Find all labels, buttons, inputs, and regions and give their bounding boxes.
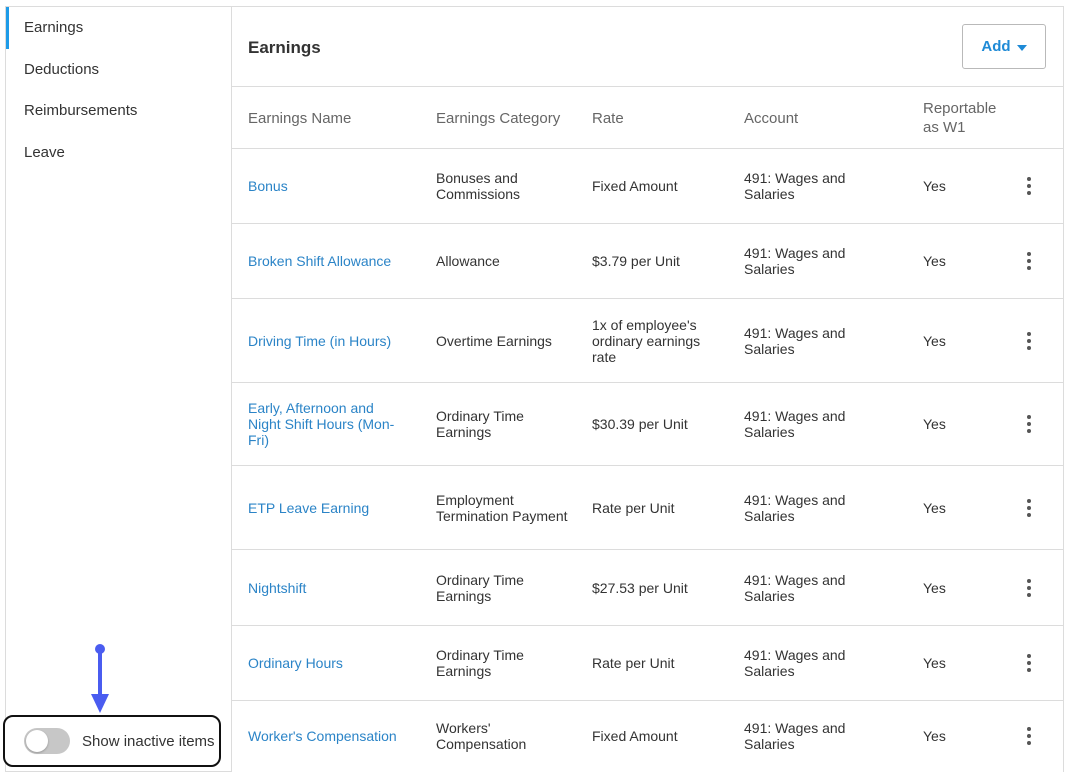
page-title: Earnings (248, 38, 321, 57)
earnings-category: Ordinary Time Earnings (436, 571, 524, 604)
earnings-name-link[interactable]: Broken Shift Allowance (248, 224, 408, 298)
column-header-earnings-name[interactable]: Earnings Name (248, 87, 418, 149)
earnings-account: 491: Wages and Salaries (744, 324, 846, 357)
toggle-knob (26, 730, 48, 752)
earnings-rate: Rate per Unit (592, 655, 675, 671)
table-row: Early, Afternoon and Night Shift Hours (… (232, 383, 1063, 466)
earnings-reportable: Yes (923, 416, 946, 432)
column-header-reportable[interactable]: Reportable as W1 (923, 87, 1007, 149)
earnings-rate: $30.39 per Unit (592, 416, 688, 432)
sidebar-item-deductions[interactable]: Deductions (6, 49, 231, 91)
more-vertical-icon[interactable] (1016, 149, 1042, 223)
earnings-category: Bonuses and Commissions (436, 170, 521, 202)
sidebar-item-leave[interactable]: Leave (6, 132, 231, 174)
sidebar: Earnings Deductions Reimbursements Leave (5, 6, 231, 772)
chevron-down-icon (1016, 44, 1027, 51)
table-row: ETP Leave Earning Employment Termination… (232, 466, 1063, 550)
show-inactive-toggle[interactable]: Show inactive items (3, 715, 221, 767)
earnings-name-link[interactable]: Nightshift (248, 550, 408, 625)
more-vertical-icon[interactable] (1016, 626, 1042, 700)
table-row: Broken Shift Allowance Allowance $3.79 p… (232, 224, 1063, 299)
earnings-account: 491: Wages and Salaries (744, 245, 846, 277)
add-button[interactable]: Add (962, 24, 1046, 69)
column-header-account[interactable]: Account (744, 87, 884, 149)
earnings-rate: $3.79 per Unit (592, 253, 680, 269)
earnings-category: Overtime Earnings (436, 332, 552, 349)
toggle-label: Show inactive items (82, 732, 215, 750)
table-row: Bonus Bonuses and Commissions Fixed Amou… (232, 149, 1063, 224)
earnings-name-link[interactable]: Early, Afternoon and Night Shift Hours (… (248, 383, 408, 465)
toggle-switch[interactable] (24, 728, 70, 754)
arrow-down-annotation-icon (91, 644, 109, 713)
earnings-rate: Fixed Amount (592, 178, 678, 194)
earnings-name-link[interactable]: Driving Time (in Hours) (248, 299, 408, 382)
more-vertical-icon[interactable] (1016, 466, 1042, 549)
earnings-account: 491: Wages and Salaries (744, 170, 846, 202)
earnings-account: 491: Wages and Salaries (744, 408, 846, 440)
earnings-reportable: Yes (923, 579, 946, 596)
earnings-category: Ordinary Time Earnings (436, 647, 524, 679)
earnings-category: Allowance (436, 253, 500, 269)
table-row: Ordinary Hours Ordinary Time Earnings Ra… (232, 626, 1063, 701)
earnings-name-link[interactable]: Bonus (248, 149, 408, 223)
earnings-reportable: Yes (923, 332, 946, 349)
earnings-reportable: Yes (923, 178, 946, 194)
earnings-reportable: Yes (923, 499, 946, 516)
earnings-category: Workers' Compensation (436, 720, 527, 752)
earnings-panel: Earnings Add Earnings Name Earnings Cate… (231, 6, 1064, 772)
table-header: Earnings Name Earnings Category Rate Acc… (232, 87, 1063, 149)
earnings-account: 491: Wages and Salaries (744, 720, 846, 752)
column-header-rate[interactable]: Rate (592, 87, 712, 149)
earnings-rate: Rate per Unit (592, 499, 675, 516)
table-row: Worker's Compensation Workers' Compensat… (232, 701, 1063, 771)
earnings-rate: Fixed Amount (592, 728, 678, 744)
panel-header: Earnings Add (232, 7, 1063, 87)
sidebar-item-reimbursements[interactable]: Reimbursements (6, 90, 231, 132)
add-button-label: Add (981, 38, 1011, 55)
more-vertical-icon[interactable] (1016, 701, 1042, 771)
table-row: Nightshift Ordinary Time Earnings $27.53… (232, 550, 1063, 626)
sidebar-item-earnings[interactable]: Earnings (6, 7, 231, 49)
earnings-account: 491: Wages and Salaries (744, 647, 846, 679)
earnings-account: 491: Wages and Salaries (744, 491, 846, 524)
earnings-rate: 1x of employee's ordinary earnings rate (592, 316, 701, 365)
more-vertical-icon[interactable] (1016, 299, 1042, 382)
more-vertical-icon[interactable] (1016, 383, 1042, 465)
earnings-category: Employment Termination Payment (436, 491, 568, 524)
earnings-rate: $27.53 per Unit (592, 579, 688, 596)
earnings-account: 491: Wages and Salaries (744, 571, 846, 604)
earnings-reportable: Yes (923, 655, 946, 671)
earnings-name-link[interactable]: Worker's Compensation (248, 701, 408, 771)
earnings-reportable: Yes (923, 253, 946, 269)
earnings-name-link[interactable]: Ordinary Hours (248, 626, 408, 700)
earnings-category: Ordinary Time Earnings (436, 408, 524, 440)
column-header-earnings-category[interactable]: Earnings Category (436, 87, 586, 149)
earnings-reportable: Yes (923, 728, 946, 744)
earnings-name-link[interactable]: ETP Leave Earning (248, 466, 408, 549)
table-row: Driving Time (in Hours) Overtime Earning… (232, 299, 1063, 383)
more-vertical-icon[interactable] (1016, 224, 1042, 298)
more-vertical-icon[interactable] (1016, 550, 1042, 625)
